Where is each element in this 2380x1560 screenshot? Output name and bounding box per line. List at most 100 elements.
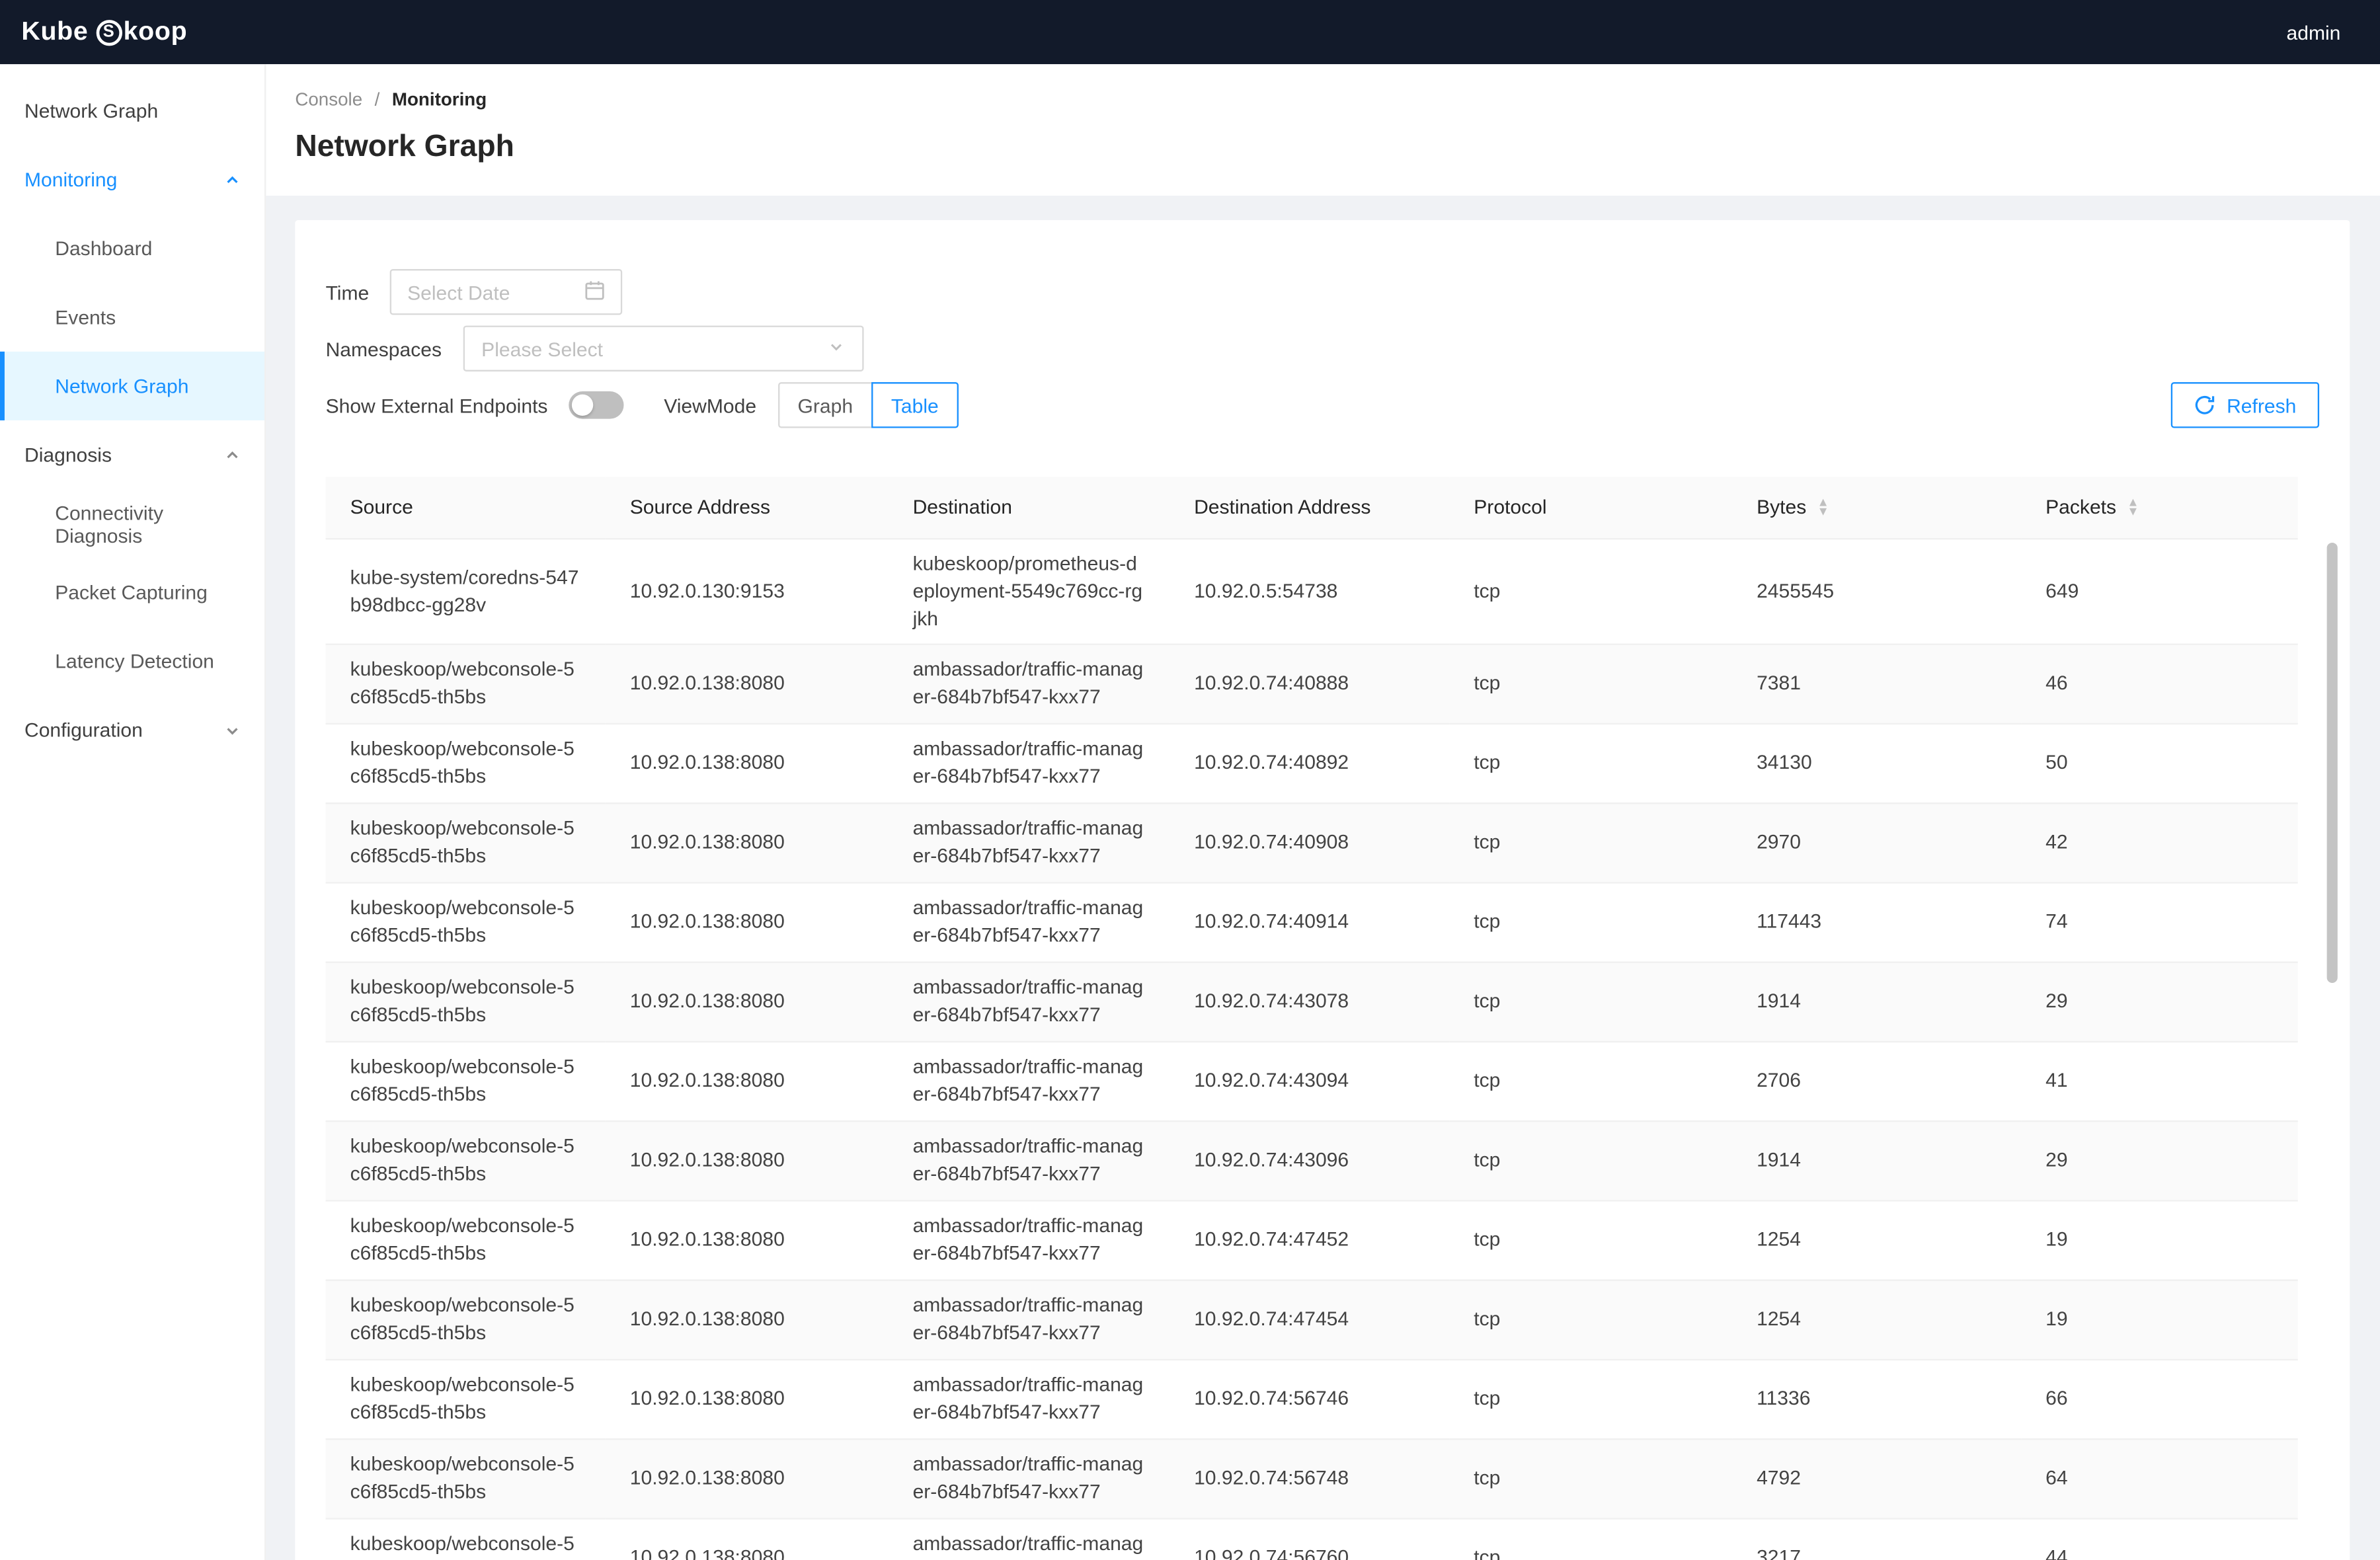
cell-source: kube-system/coredns-547b98dbcc-gg28v bbox=[326, 538, 606, 644]
cell-packets: 50 bbox=[2021, 723, 2298, 802]
logo-text-kube: Kube bbox=[21, 17, 88, 47]
cell-source: kubeskoop/webconsole-5c6f85cd5-th5bs bbox=[326, 1280, 606, 1359]
cell-bytes: 2706 bbox=[1732, 1041, 2021, 1120]
cell-protocol: tcp bbox=[1449, 1438, 1732, 1518]
table-vertical-scrollbar[interactable] bbox=[2327, 543, 2338, 983]
cell-protocol: tcp bbox=[1449, 644, 1732, 723]
viewmode-option-table[interactable]: Table bbox=[871, 382, 959, 428]
cell-bytes: 117443 bbox=[1732, 882, 2021, 961]
cell-bytes: 4792 bbox=[1732, 1438, 2021, 1518]
table-row: kubeskoop/webconsole-5c6f85cd5-th5bs 10.… bbox=[326, 644, 2298, 723]
viewmode-filter-row: Show External Endpoints ViewMode Graph T… bbox=[326, 382, 2320, 428]
app-logo[interactable]: Kube S koop bbox=[21, 17, 187, 47]
flows-table: Source Source Address Destination Destin… bbox=[326, 477, 2298, 1560]
sidebar-group-configuration[interactable]: Configuration bbox=[0, 695, 264, 764]
namespaces-label: Namespaces bbox=[326, 337, 442, 360]
breadcrumb-console[interactable]: Console bbox=[295, 89, 362, 110]
cell-destination-address: 10.92.0.74:47454 bbox=[1170, 1280, 1449, 1359]
chevron-down-icon bbox=[225, 722, 240, 738]
cell-destination-address: 10.92.0.74:40888 bbox=[1170, 644, 1449, 723]
sidebar-item-network-graph-top[interactable]: Network Graph bbox=[0, 77, 264, 145]
cell-destination-address: 10.92.0.74:47452 bbox=[1170, 1200, 1449, 1279]
table-row: kubeskoop/webconsole-5c6f85cd5-th5bs 10.… bbox=[326, 1041, 2298, 1120]
refresh-icon bbox=[2195, 395, 2216, 416]
table-body: kube-system/coredns-547b98dbcc-gg28v 10.… bbox=[326, 538, 2298, 1560]
col-packets[interactable]: Packets ▲ ▼ bbox=[2021, 477, 2298, 539]
viewmode-option-graph[interactable]: Graph bbox=[777, 382, 873, 428]
refresh-button[interactable]: Refresh bbox=[2172, 382, 2319, 428]
cell-destination: ambassador/traffic-manager-684b7bf547-kx… bbox=[889, 1359, 1170, 1438]
cell-destination-address: 10.92.0.74:40914 bbox=[1170, 882, 1449, 961]
cell-protocol: tcp bbox=[1449, 1518, 1732, 1560]
breadcrumb-separator: / bbox=[375, 89, 380, 110]
cell-packets: 19 bbox=[2021, 1200, 2298, 1279]
table-row: kube-system/coredns-547b98dbcc-gg28v 10.… bbox=[326, 538, 2298, 644]
cell-source-address: 10.92.0.138:8080 bbox=[606, 1359, 889, 1438]
cell-bytes: 1254 bbox=[1732, 1280, 2021, 1359]
cell-source: kubeskoop/webconsole-5c6f85cd5-th5bs bbox=[326, 1200, 606, 1279]
col-destination-address: Destination Address bbox=[1170, 477, 1449, 539]
col-bytes[interactable]: Bytes ▲ ▼ bbox=[1732, 477, 2021, 539]
sidebar-group-monitoring[interactable]: Monitoring bbox=[0, 145, 264, 214]
sidebar-item-connectivity-diagnosis[interactable]: Connectivity Diagnosis bbox=[0, 489, 264, 558]
sidebar-group-diagnosis[interactable]: Diagnosis bbox=[0, 420, 264, 489]
cell-bytes: 1914 bbox=[1732, 962, 2021, 1041]
app-window: Kube S koop admin Network Graph Monitori… bbox=[0, 0, 2380, 1560]
cell-source-address: 10.92.0.130:9153 bbox=[606, 538, 889, 644]
table-row: kubeskoop/webconsole-5c6f85cd5-th5bs 10.… bbox=[326, 1280, 2298, 1359]
namespaces-filter-row: Namespaces Please Select bbox=[326, 326, 2320, 371]
cell-packets: 41 bbox=[2021, 1041, 2298, 1120]
cell-packets: 42 bbox=[2021, 802, 2298, 882]
cell-source: kubeskoop/webconsole-5c6f85cd5-th5bs bbox=[326, 882, 606, 961]
cell-protocol: tcp bbox=[1449, 1280, 1732, 1359]
sort-icon[interactable]: ▲ ▼ bbox=[1817, 498, 1829, 516]
time-date-input[interactable] bbox=[407, 280, 584, 303]
show-external-toggle[interactable] bbox=[569, 391, 624, 419]
sidebar-item-network-graph[interactable]: Network Graph bbox=[0, 352, 264, 420]
cell-bytes: 1914 bbox=[1732, 1120, 2021, 1200]
sort-caret-down-icon: ▼ bbox=[2127, 507, 2139, 516]
cell-destination-address: 10.92.0.74:40892 bbox=[1170, 723, 1449, 802]
chevron-down-icon bbox=[827, 337, 846, 360]
sidebar-item-label: Network Graph bbox=[24, 99, 158, 122]
sidebar-item-label: Latency Detection bbox=[55, 650, 214, 673]
table-row: kubeskoop/webconsole-5c6f85cd5-th5bs 10.… bbox=[326, 1120, 2298, 1200]
cell-source-address: 10.92.0.138:8080 bbox=[606, 723, 889, 802]
cell-source-address: 10.92.0.138:8080 bbox=[606, 1041, 889, 1120]
cell-protocol: tcp bbox=[1449, 1120, 1732, 1200]
sidebar-item-label: Packet Capturing bbox=[55, 581, 208, 604]
cell-source-address: 10.92.0.138:8080 bbox=[606, 1200, 889, 1279]
cell-packets: 29 bbox=[2021, 962, 2298, 1041]
cell-destination-address: 10.92.0.74:43094 bbox=[1170, 1041, 1449, 1120]
namespaces-select[interactable]: Please Select bbox=[463, 326, 863, 371]
col-source: Source bbox=[326, 477, 606, 539]
cell-source: kubeskoop/webconsole-5c6f85cd5-th5bs bbox=[326, 1041, 606, 1120]
col-destination: Destination bbox=[889, 477, 1170, 539]
cell-destination: ambassador/traffic-manager-684b7bf547-kx… bbox=[889, 1200, 1170, 1279]
table-header-row: Source Source Address Destination Destin… bbox=[326, 477, 2298, 539]
cell-source: kubeskoop/webconsole-5c6f85cd5-th5bs bbox=[326, 1359, 606, 1438]
cell-destination: ambassador/traffic-manager-684b7bf547-kx… bbox=[889, 1518, 1170, 1560]
cell-protocol: tcp bbox=[1449, 802, 1732, 882]
sidebar-item-events[interactable]: Events bbox=[0, 283, 264, 352]
sort-icon[interactable]: ▲ ▼ bbox=[2127, 498, 2139, 516]
cell-source-address: 10.92.0.138:8080 bbox=[606, 1438, 889, 1518]
cell-destination: ambassador/traffic-manager-684b7bf547-kx… bbox=[889, 882, 1170, 961]
refresh-label: Refresh bbox=[2227, 393, 2296, 416]
time-filter-row: Time bbox=[326, 269, 2320, 315]
sidebar-item-latency-detection[interactable]: Latency Detection bbox=[0, 627, 264, 695]
cell-source: kubeskoop/webconsole-5c6f85cd5-th5bs bbox=[326, 723, 606, 802]
time-date-picker[interactable] bbox=[391, 269, 623, 315]
cell-source: kubeskoop/webconsole-5c6f85cd5-th5bs bbox=[326, 1120, 606, 1200]
cell-bytes: 34130 bbox=[1732, 723, 2021, 802]
viewmode-label: ViewMode bbox=[664, 393, 756, 416]
cell-protocol: tcp bbox=[1449, 1200, 1732, 1279]
sidebar-item-packet-capturing[interactable]: Packet Capturing bbox=[0, 558, 264, 627]
cell-destination-address: 10.92.0.74:43078 bbox=[1170, 962, 1449, 1041]
user-menu[interactable]: admin bbox=[2287, 20, 2341, 44]
cell-source: kubeskoop/webconsole-5c6f85cd5-th5bs bbox=[326, 1438, 606, 1518]
sidebar-item-dashboard[interactable]: Dashboard bbox=[0, 214, 264, 283]
cell-packets: 29 bbox=[2021, 1120, 2298, 1200]
col-protocol: Protocol bbox=[1449, 477, 1732, 539]
cell-bytes: 11336 bbox=[1732, 1359, 2021, 1438]
